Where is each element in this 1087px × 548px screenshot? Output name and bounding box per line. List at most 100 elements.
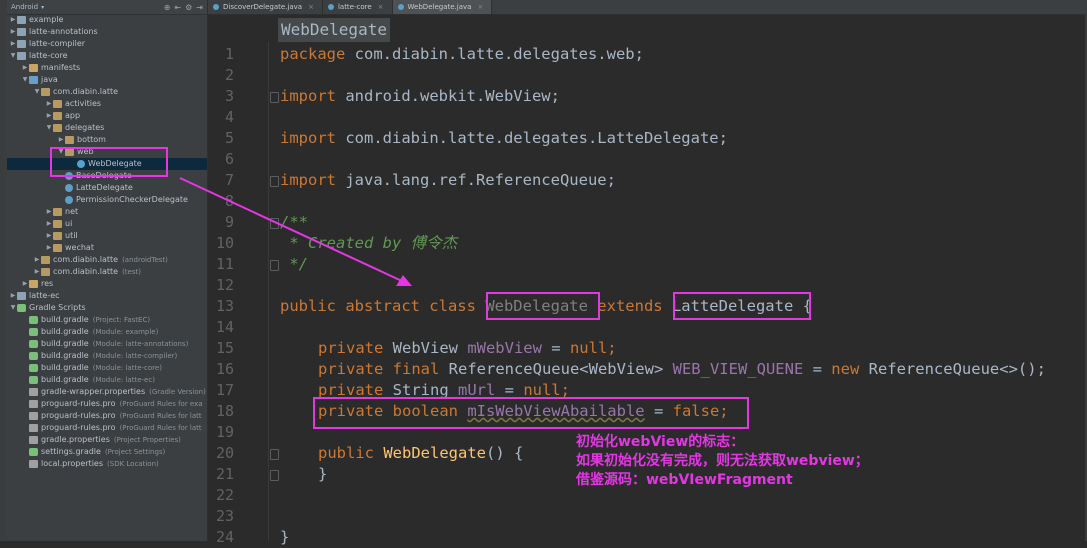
editor-tab[interactable]: WebDelegate.java × [392,0,493,14]
tree-item[interactable]: gradle-wrapper.properties (Gradle Version… [7,386,207,398]
tree-item-label: app [65,111,81,120]
collapsed-arrow-icon[interactable]: ▶ [9,14,17,26]
collapsed-arrow-icon[interactable]: ▶ [45,98,53,110]
tree-item[interactable]: ▶ activities [7,98,207,110]
code-line-10: * Created by 傅令杰 [280,234,458,252]
chevron-down-icon[interactable]: ▾ [41,4,44,11]
folder-icon [17,16,26,24]
collapsed-arrow-icon[interactable]: ▶ [21,278,29,290]
class-icon [65,172,73,180]
tree-item[interactable]: ▶ latte-compiler [7,38,207,50]
tree-item[interactable]: ▼ Gradle Scripts [7,302,207,314]
gradle-icon [29,340,38,348]
collapsed-arrow-icon[interactable]: ▶ [9,38,17,50]
tree-item[interactable]: ▶ ui [7,218,207,230]
fold-marker[interactable] [270,449,279,460]
expanded-arrow-icon[interactable]: ▼ [9,50,17,62]
collapsed-arrow-icon[interactable]: ▶ [33,254,41,266]
tree-item[interactable]: settings.gradle (Project Settings) [7,446,207,458]
properties-icon [29,400,38,408]
properties-icon [29,388,38,396]
tree-item[interactable]: build.gradle (Module: latte-compiler) [7,350,207,362]
tree-item-label: gradle.properties [41,435,110,444]
collapsed-arrow-icon[interactable]: ▶ [45,230,53,242]
collapsed-arrow-icon[interactable]: ▶ [45,206,53,218]
tree-item[interactable]: ▶ latte-annotations [7,26,207,38]
editor-tab[interactable]: DiscoverDelegate.java × [208,0,323,14]
tree-item[interactable]: ▼ com.diabin.latte [7,86,207,98]
tree-item[interactable]: ▶ manifests [7,62,207,74]
collapsed-arrow-icon[interactable]: ▶ [21,62,29,74]
tree-item[interactable]: ▶ latte-ec [7,290,207,302]
collapsed-arrow-icon[interactable]: ▶ [9,26,17,38]
fold-marker[interactable] [270,176,279,187]
tree-item[interactable]: proguard-rules.pro (ProGuard Rules for la… [7,410,207,422]
tree-item-label: com.diabin.latte [53,87,119,96]
expanded-arrow-icon[interactable]: ▼ [33,86,41,98]
fold-marker[interactable] [270,470,279,481]
sync-icon[interactable]: ⊕ [164,3,171,12]
tree-item[interactable]: ▼ delegates [7,122,207,134]
tree-item[interactable]: LatteDelegate [7,182,207,194]
tree-item[interactable]: ▼ web [7,146,207,158]
collapsed-arrow-icon[interactable]: ▶ [33,266,41,278]
folder-icon [29,64,38,72]
tree-item[interactable]: ▼ java [7,74,207,86]
fold-marker[interactable] [270,92,279,103]
tree-item[interactable]: proguard-rules.pro (ProGuard Rules for ex… [7,398,207,410]
tree-item[interactable]: build.gradle (Module: latte-core) [7,362,207,374]
properties-icon [29,436,38,444]
fold-marker[interactable] [270,260,279,271]
tree-item[interactable]: build.gradle (Module: latte-annotations) [7,338,207,350]
breadcrumb[interactable]: WebDelegate [278,18,390,42]
tree-item[interactable]: local.properties (SDK Location) [7,458,207,470]
tree-item[interactable]: build.gradle (Module: latte-ec) [7,374,207,386]
tree-item-label: activities [65,99,102,108]
collapsed-arrow-icon[interactable]: ▶ [45,110,53,122]
close-icon[interactable]: × [477,3,483,11]
tab-label: WebDelegate.java [407,3,472,11]
project-view-selector[interactable]: Android [11,3,38,11]
hide-icon[interactable]: ⇥ [196,3,203,12]
collapsed-arrow-icon[interactable]: ▶ [45,218,53,230]
expanded-arrow-icon[interactable]: ▼ [9,302,17,314]
tree-item[interactable]: gradle.properties (Project Properties) [7,434,207,446]
expanded-arrow-icon[interactable]: ▼ [21,74,29,86]
tree-item[interactable]: build.gradle (Module: example) [7,326,207,338]
folder-icon [17,40,26,48]
fold-marker[interactable] [270,218,279,229]
tree-item[interactable]: ▼ latte-core [7,50,207,62]
collapsed-arrow-icon[interactable]: ▶ [45,242,53,254]
tree-item[interactable]: ▶ net [7,206,207,218]
tree-item[interactable]: ▶ com.diabin.latte (test) [7,266,207,278]
expanded-arrow-icon[interactable]: ▼ [57,146,65,158]
gradle-icon [29,448,38,456]
collapse-icon[interactable]: ⇤ [174,3,181,12]
tree-item[interactable]: ▶ wechat [7,242,207,254]
tree-item-label: build.gradle [41,327,89,336]
close-icon[interactable]: × [308,3,314,11]
gear-icon[interactable]: ⚙ [185,3,192,12]
tree-item[interactable]: BaseDelegate [7,170,207,182]
tree-item[interactable]: build.gradle (Project: FastEC) [7,314,207,326]
editor-tab[interactable]: latte-core × [323,0,393,14]
line-number: 9 [224,213,234,231]
tree-item[interactable]: ▶ bottom [7,134,207,146]
close-icon[interactable]: × [378,3,384,11]
tree-item-label: proguard-rules.pro [41,423,116,432]
tree-item[interactable]: PermissionCheckerDelegate [7,194,207,206]
folder-icon [53,220,62,228]
code-line-18: private boolean mIsWebViewAbailable = fa… [318,402,729,420]
tree-item[interactable]: ▶ util [7,230,207,242]
collapsed-arrow-icon[interactable]: ▶ [9,290,17,302]
tree-item[interactable]: proguard-rules.pro (ProGuard Rules for la… [7,422,207,434]
expanded-arrow-icon[interactable]: ▼ [45,122,53,134]
tree-item[interactable]: ▶ com.diabin.latte (androidTest) [7,254,207,266]
tree-item-label: web [77,147,94,156]
tree-item[interactable]: ▶ res [7,278,207,290]
tree-item[interactable]: WebDelegate [7,158,207,170]
collapsed-arrow-icon[interactable]: ▶ [57,134,65,146]
tree-item[interactable]: ▶ app [7,110,207,122]
tree-item[interactable]: ▶ example [7,14,207,26]
line-number: 24 [215,528,234,546]
